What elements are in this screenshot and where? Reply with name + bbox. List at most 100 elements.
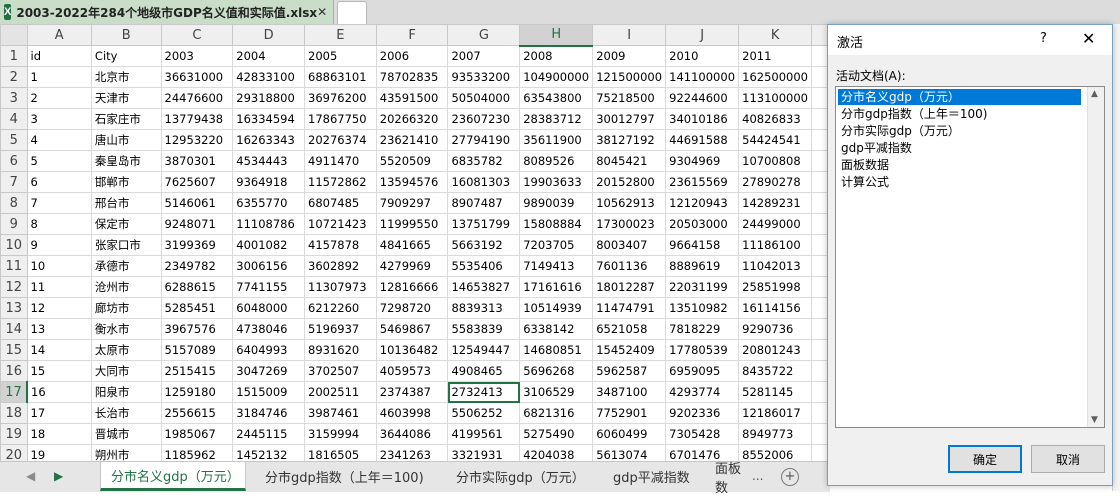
row-header[interactable]: 18: [0, 402, 28, 424]
column-header[interactable]: B: [90, 24, 162, 46]
row-header[interactable]: 17: [0, 381, 28, 403]
cell[interactable]: 93533200: [447, 66, 521, 88]
document-list-item[interactable]: 面板数据: [838, 157, 892, 173]
cell[interactable]: 8045421: [592, 150, 667, 172]
cell[interactable]: 35611900: [519, 129, 594, 151]
cell[interactable]: 6959095: [665, 360, 740, 382]
row-header[interactable]: 19: [0, 423, 28, 445]
cell[interactable]: 5196937: [304, 318, 377, 340]
cell[interactable]: 13751799: [447, 213, 521, 235]
cell[interactable]: 衡水市: [90, 318, 162, 340]
cell[interactable]: 15452409: [592, 339, 667, 361]
cell[interactable]: City: [90, 45, 162, 67]
cell[interactable]: 141100000: [665, 66, 740, 88]
cell[interactable]: 3047269: [232, 360, 306, 382]
cell[interactable]: 5275490: [519, 423, 594, 445]
cell[interactable]: 11186100: [738, 234, 813, 256]
cell[interactable]: 4534443: [232, 150, 306, 172]
row-header[interactable]: 14: [0, 318, 28, 340]
cell[interactable]: 12953220: [160, 129, 234, 151]
document-list-item[interactable]: 分市实际gdp（万元）: [838, 123, 963, 139]
cell[interactable]: 3987461: [304, 402, 377, 424]
add-sheet-icon[interactable]: +: [781, 468, 799, 486]
cell[interactable]: 18012287: [592, 276, 667, 298]
cell[interactable]: 20152800: [592, 171, 667, 193]
cell[interactable]: 5535406: [447, 255, 521, 277]
cell[interactable]: 2556615: [160, 402, 234, 424]
cell[interactable]: 7: [26, 192, 92, 214]
document-list-item[interactable]: gdp平减指数: [838, 140, 915, 156]
cell[interactable]: 朔州市: [90, 444, 162, 461]
cell[interactable]: 9202336: [665, 402, 740, 424]
row-header[interactable]: 10: [0, 234, 28, 256]
cell[interactable]: 14289231: [738, 192, 813, 214]
cell[interactable]: 2515415: [160, 360, 234, 382]
cell[interactable]: 4279969: [375, 255, 449, 277]
cell[interactable]: 54424541: [738, 129, 813, 151]
cell[interactable]: 12816666: [375, 276, 449, 298]
cell[interactable]: 6212260: [304, 297, 377, 319]
cell[interactable]: 22031199: [665, 276, 740, 298]
document-list-item[interactable]: 分市gdp指数（上年＝100): [838, 106, 990, 122]
cell[interactable]: 廊坊市: [90, 297, 162, 319]
cell[interactable]: 19: [26, 444, 92, 461]
cell[interactable]: 27794190: [447, 129, 521, 151]
sheet-tab[interactable]: gdp平减指数: [603, 462, 703, 491]
cell[interactable]: 保定市: [90, 213, 162, 235]
cancel-button[interactable]: 取消: [1031, 445, 1105, 473]
row-header[interactable]: 15: [0, 339, 28, 361]
cell[interactable]: 1185962: [160, 444, 234, 461]
cell[interactable]: 2002511: [304, 381, 377, 403]
cell[interactable]: 28383712: [519, 108, 594, 130]
cell[interactable]: 10514939: [519, 297, 594, 319]
row-header[interactable]: 8: [0, 192, 28, 214]
row-header[interactable]: 20: [0, 444, 28, 461]
cell[interactable]: 27890278: [738, 171, 813, 193]
cell[interactable]: 36976200: [304, 87, 377, 109]
cell[interactable]: 17867750: [304, 108, 377, 130]
cell[interactable]: 9304969: [665, 150, 740, 172]
cell[interactable]: 1452132: [232, 444, 306, 461]
cell[interactable]: 78702835: [375, 66, 449, 88]
cell[interactable]: 113100000: [738, 87, 813, 109]
cell[interactable]: 16: [26, 381, 92, 403]
cell[interactable]: 太原市: [90, 339, 162, 361]
cell[interactable]: 12549447: [447, 339, 521, 361]
next-sheet-icon[interactable]: ▶: [54, 469, 63, 483]
select-all-corner[interactable]: [0, 24, 28, 46]
cell[interactable]: 7625607: [160, 171, 234, 193]
sheet-tab[interactable]: 分市gdp指数（上年＝100): [255, 462, 437, 491]
cell[interactable]: 7601136: [592, 255, 667, 277]
cell[interactable]: 5506252: [447, 402, 521, 424]
cell[interactable]: 3487100: [592, 381, 667, 403]
cell[interactable]: 14: [26, 339, 92, 361]
cell[interactable]: 3967576: [160, 318, 234, 340]
cell[interactable]: 4908465: [447, 360, 521, 382]
cell[interactable]: 3184746: [232, 402, 306, 424]
cell[interactable]: 17300023: [592, 213, 667, 235]
file-tab[interactable]: X 2003-2022年284个地级市GDP名义值和实际值.xlsx ✕: [0, 0, 334, 24]
cell[interactable]: 邯郸市: [90, 171, 162, 193]
cell[interactable]: 7909297: [375, 192, 449, 214]
cell[interactable]: 6060499: [592, 423, 667, 445]
row-header[interactable]: 6: [0, 150, 28, 172]
cell[interactable]: 24476600: [160, 87, 234, 109]
cell[interactable]: 92244600: [665, 87, 740, 109]
cell[interactable]: 4199561: [447, 423, 521, 445]
cell[interactable]: 5285451: [160, 297, 234, 319]
column-header[interactable]: K: [738, 24, 813, 46]
cell[interactable]: 8435722: [738, 360, 813, 382]
cell[interactable]: 8552006: [738, 444, 813, 461]
cell[interactable]: 2011: [738, 45, 813, 67]
column-header[interactable]: E: [304, 24, 377, 46]
cell[interactable]: 4001082: [232, 234, 306, 256]
cell[interactable]: 104900000: [519, 66, 594, 88]
cell[interactable]: 2005: [304, 45, 377, 67]
cell[interactable]: 7752901: [592, 402, 667, 424]
row-header[interactable]: 4: [0, 108, 28, 130]
cell[interactable]: 162500000: [738, 66, 813, 88]
cell[interactable]: 68863101: [304, 66, 377, 88]
row-header[interactable]: 7: [0, 171, 28, 193]
cell[interactable]: 15: [26, 360, 92, 382]
cell[interactable]: 6355770: [232, 192, 306, 214]
